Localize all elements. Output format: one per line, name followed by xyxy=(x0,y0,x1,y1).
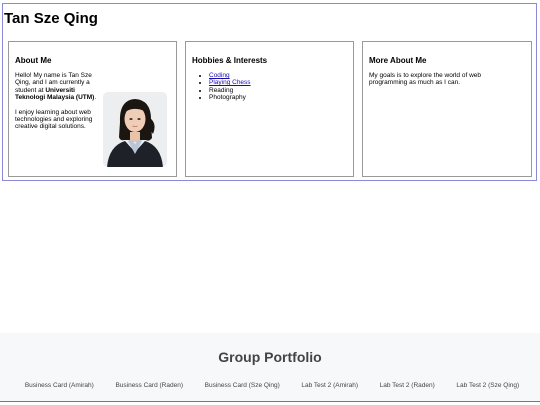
footer-link-business-card-amirah[interactable]: Business Card (Amirah) xyxy=(25,382,94,389)
hobby-item-chess: Playing Chess xyxy=(209,79,347,86)
footer-link-business-card-raden[interactable]: Business Card (Raden) xyxy=(115,382,183,389)
group-portfolio-footer xyxy=(0,333,540,402)
playing-chess-link[interactable]: Playing Chess xyxy=(209,79,251,86)
footer-link-lab-test-2-sze-qing[interactable]: Lab Test 2 (Sze Qing) xyxy=(456,382,519,389)
about-paragraph: I enjoy learning about web technologies … xyxy=(15,108,93,131)
hobbies-list: Coding Playing Chess Reading Photography xyxy=(192,72,347,102)
more-about-text: My goals is to explore the world of web … xyxy=(369,72,481,87)
hobbies-heading: Hobbies & Interests xyxy=(192,56,268,65)
hobbies-card: Hobbies & Interests Coding Playing Chess… xyxy=(185,41,354,177)
footer-nav: Business Card (Amirah) Business Card (Ra… xyxy=(0,382,540,389)
about-card: About Me Hello! My name is Tan Sze Qing,… xyxy=(8,41,177,177)
page-title: Tan Sze Qing xyxy=(4,10,98,27)
footer-link-business-card-sze-qing[interactable]: Business Card (Sze Qing) xyxy=(205,382,280,389)
more-about-heading: More About Me xyxy=(369,56,427,65)
hobby-item-photography: Photography xyxy=(209,94,347,101)
footer-link-lab-test-2-raden[interactable]: Lab Test 2 (Raden) xyxy=(380,382,435,389)
hobby-item-reading: Reading xyxy=(209,87,347,94)
profile-photo xyxy=(103,92,167,167)
footer-title: Group Portfolio xyxy=(218,349,322,365)
coding-link[interactable]: Coding xyxy=(209,72,230,79)
about-intro-end: . xyxy=(94,94,97,102)
about-heading: About Me xyxy=(15,56,52,65)
footer-link-lab-test-2-amirah[interactable]: Lab Test 2 (Amirah) xyxy=(301,382,358,389)
about-intro: Hello! My name is Tan Sze Qing, and I am… xyxy=(15,72,101,102)
more-about-card: More About Me My goals is to explore the… xyxy=(362,41,532,177)
hobby-item-coding: Coding xyxy=(209,72,347,79)
